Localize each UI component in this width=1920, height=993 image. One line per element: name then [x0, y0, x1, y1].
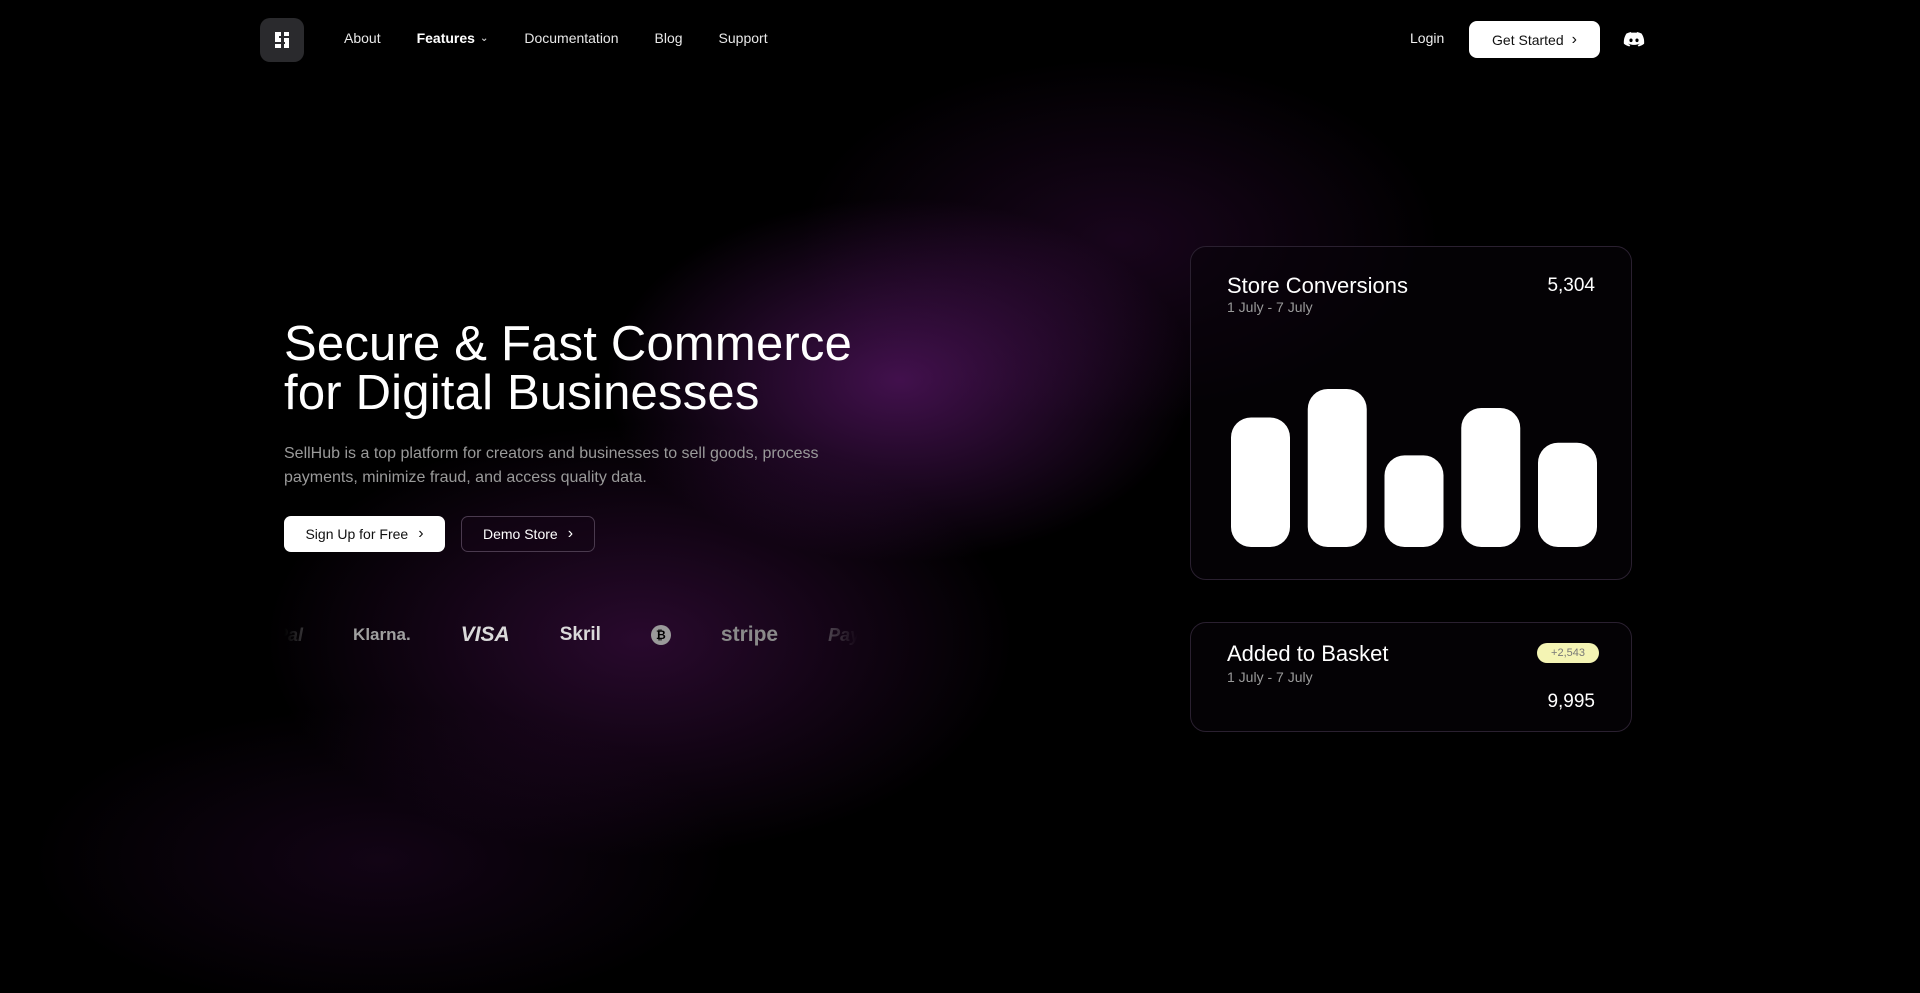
chart-bar-1 — [1231, 417, 1290, 547]
nav-about[interactable]: About — [344, 30, 381, 46]
chart-bar-3 — [1384, 455, 1444, 547]
hero-headline-line1: Secure & Fast Commerce — [284, 317, 853, 371]
card-value: 9,995 — [1547, 691, 1595, 712]
chart-bar-4 — [1461, 407, 1521, 547]
get-started-label: Get Started — [1492, 31, 1564, 48]
klarna-logo: Klarna. — [353, 625, 411, 644]
nav-support[interactable]: Support — [719, 30, 768, 46]
discord-icon[interactable] — [1622, 28, 1646, 52]
chart-bar-5 — [1538, 442, 1597, 547]
demo-store-label: Demo Store — [482, 526, 558, 542]
login-link[interactable]: Login — [1410, 30, 1444, 46]
visa-logo: VISA — [460, 623, 510, 646]
top-nav: About Features ⌄ Documentation Blog Supp… — [0, 0, 1920, 80]
chevron-down-icon: ⌄ — [479, 32, 489, 44]
chevron-right-icon: › — [418, 525, 424, 542]
paypal-logo: PayPal — [284, 624, 304, 645]
skrill-logo: Skril — [559, 624, 601, 645]
bitcoin-icon: ₿ — [650, 625, 671, 645]
hero-subtext: SellHub is a top platform for creators a… — [284, 445, 819, 486]
card-value: 5,304 — [1547, 275, 1595, 296]
card-date-range: 1 July - 7 July — [1227, 299, 1313, 315]
chart-bar-2 — [1307, 389, 1367, 547]
hero-headline-line2: for Digital Businesses — [284, 366, 760, 420]
nav-features-label: Features — [416, 30, 475, 46]
conversions-bar-chart — [1231, 389, 1597, 547]
card-date-range: 1 July - 7 July — [1227, 669, 1313, 685]
nav-links: About Features ⌄ Documentation Blog Supp… — [344, 30, 804, 46]
get-started-button[interactable]: Get Started › — [1469, 21, 1600, 58]
card-title: Store Conversions — [1227, 273, 1408, 298]
hero-headline: Secure & Fast Commerce for Digital Busin… — [284, 320, 924, 418]
store-conversions-card: Store Conversions 1 July - 7 July 5,304 — [1190, 246, 1632, 580]
added-to-basket-card: Added to Basket 1 July - 7 July +2,543 9… — [1190, 622, 1632, 732]
nav-documentation[interactable]: Documentation — [524, 30, 618, 46]
chevron-right-icon: › — [1571, 30, 1577, 48]
nav-features[interactable]: Features ⌄ — [417, 30, 489, 46]
background-glow — [0, 0, 1920, 993]
sign-up-label: Sign Up for Free — [305, 526, 409, 542]
payment-logos-track: PayPal Klarna. VISA Skril ₿ stripe PayPa… — [284, 620, 858, 650]
demo-store-button[interactable]: Demo Store › — [461, 516, 595, 552]
paypal-logo-repeat: PayPal — [828, 624, 858, 645]
chevron-right-icon: › — [567, 525, 574, 542]
sellhub-logo-icon[interactable] — [260, 18, 304, 62]
sign-up-button[interactable]: Sign Up for Free › — [284, 516, 445, 552]
card-title: Added to Basket — [1227, 641, 1389, 666]
stripe-logo: stripe — [720, 623, 779, 646]
nav-blog[interactable]: Blog — [655, 30, 683, 46]
payment-logos: PayPal Klarna. VISA Skril ₿ stripe PayPa… — [284, 620, 858, 650]
change-badge: +2,543 — [1537, 643, 1599, 663]
